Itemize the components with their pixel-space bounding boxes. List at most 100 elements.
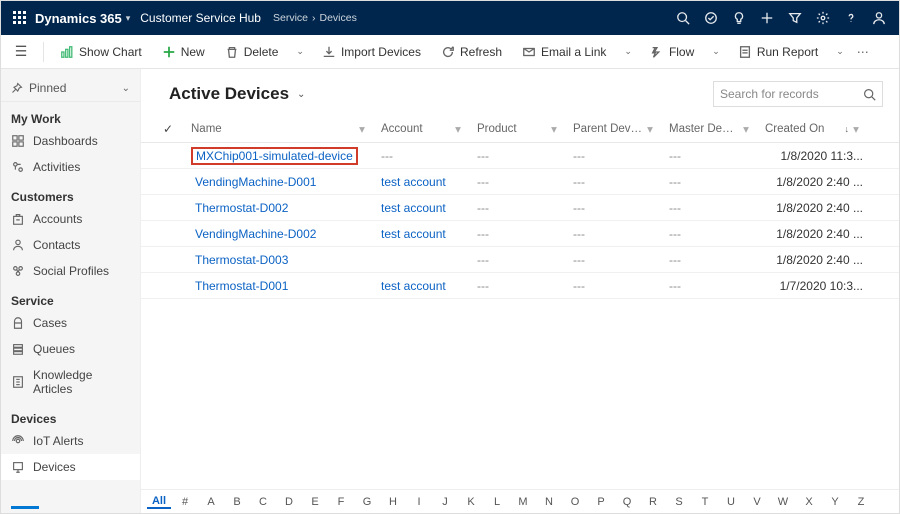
filter-icon[interactable]: ▾ bbox=[643, 122, 657, 136]
alpha-g[interactable]: G bbox=[355, 496, 379, 508]
sidebar-item-cases[interactable]: Cases bbox=[1, 310, 140, 336]
cell-name[interactable]: VendingMachine-D001 bbox=[185, 174, 375, 190]
flow-button[interactable]: Flow bbox=[642, 41, 702, 63]
table-row[interactable]: VendingMachine-D001test account---------… bbox=[141, 169, 899, 195]
sidebar-item-knowledge-articles[interactable]: Knowledge Articles bbox=[1, 362, 140, 402]
flow-caret[interactable]: ⌄ bbox=[706, 46, 726, 57]
alpha-l[interactable]: L bbox=[485, 496, 509, 508]
alpha-x[interactable]: X bbox=[797, 496, 821, 508]
bulb-icon[interactable] bbox=[725, 11, 753, 25]
plus-icon[interactable] bbox=[753, 11, 781, 25]
alpha-p[interactable]: P bbox=[589, 496, 613, 508]
alpha-b[interactable]: B bbox=[225, 496, 249, 508]
cell-account[interactable]: test account bbox=[375, 227, 471, 241]
show-chart-button[interactable]: Show Chart bbox=[52, 41, 150, 63]
hamburger-icon[interactable]: ☰ bbox=[11, 43, 31, 60]
alpha-o[interactable]: O bbox=[563, 496, 587, 508]
brand-label[interactable]: Dynamics 365 bbox=[35, 11, 122, 26]
filter-icon[interactable] bbox=[781, 11, 809, 25]
more-button[interactable]: ⋯ bbox=[854, 45, 874, 59]
waffle-icon[interactable] bbox=[7, 11, 33, 25]
help-icon[interactable] bbox=[837, 11, 865, 25]
select-all-check[interactable]: ✓ bbox=[151, 122, 185, 136]
task-icon[interactable] bbox=[697, 11, 725, 25]
search-icon[interactable] bbox=[669, 11, 697, 25]
sidebar-item-dashboards[interactable]: Dashboards bbox=[1, 128, 140, 154]
table-row[interactable]: Thermostat-D003---------1/8/2020 2:40 ..… bbox=[141, 247, 899, 273]
filter-icon[interactable]: ▾ bbox=[451, 122, 465, 136]
alpha-all[interactable]: All bbox=[147, 495, 171, 509]
refresh-button[interactable]: Refresh bbox=[433, 41, 510, 63]
table-row[interactable]: Thermostat-D002test account---------1/8/… bbox=[141, 195, 899, 221]
cell-name[interactable]: Thermostat-D003 bbox=[185, 252, 375, 268]
gear-icon[interactable] bbox=[809, 11, 837, 25]
cell-account[interactable]: test account bbox=[375, 175, 471, 189]
email-button[interactable]: Email a Link bbox=[514, 41, 614, 63]
delete-caret[interactable]: ⌄ bbox=[290, 46, 310, 57]
alpha-i[interactable]: I bbox=[407, 496, 431, 508]
alpha-r[interactable]: R bbox=[641, 496, 665, 508]
user-icon[interactable] bbox=[865, 11, 893, 25]
col-name[interactable]: Name▾ bbox=[185, 122, 375, 136]
import-button[interactable]: Import Devices bbox=[314, 41, 429, 63]
sidebar-item-contacts[interactable]: Contacts bbox=[1, 232, 140, 258]
alpha-f[interactable]: F bbox=[329, 496, 353, 508]
table-row[interactable]: VendingMachine-D002test account---------… bbox=[141, 221, 899, 247]
view-title[interactable]: Active Devices bbox=[169, 84, 289, 104]
crumb-service[interactable]: Service bbox=[273, 12, 308, 24]
alpha-y[interactable]: Y bbox=[823, 496, 847, 508]
col-parent[interactable]: Parent Device▾ bbox=[567, 122, 663, 136]
cell-name[interactable]: Thermostat-D001 bbox=[185, 278, 375, 294]
crumb-devices[interactable]: Devices bbox=[320, 12, 357, 24]
alpha-a[interactable]: A bbox=[199, 496, 223, 508]
filter-icon[interactable]: ▾ bbox=[849, 122, 863, 136]
run-report-button[interactable]: Run Report bbox=[730, 41, 826, 63]
table-row[interactable]: MXChip001-simulated-device------------1/… bbox=[141, 143, 899, 169]
alpha-z[interactable]: Z bbox=[849, 496, 873, 508]
alpha-m[interactable]: M bbox=[511, 496, 535, 508]
delete-button[interactable]: Delete bbox=[217, 41, 287, 63]
hub-label[interactable]: Customer Service Hub bbox=[140, 11, 261, 25]
alpha-h[interactable]: H bbox=[381, 496, 405, 508]
sidebar-item-social-profiles[interactable]: Social Profiles bbox=[1, 258, 140, 284]
sidebar-item-iot-alerts[interactable]: IoT Alerts bbox=[1, 428, 140, 454]
cell-account[interactable]: test account bbox=[375, 201, 471, 215]
alpha-#[interactable]: # bbox=[173, 496, 197, 508]
col-created[interactable]: Created On↓▾ bbox=[759, 122, 869, 136]
cell-name[interactable]: VendingMachine-D002 bbox=[185, 226, 375, 242]
alpha-v[interactable]: V bbox=[745, 496, 769, 508]
cell-name[interactable]: Thermostat-D002 bbox=[185, 200, 375, 216]
sidebar-item-accounts[interactable]: Accounts bbox=[1, 206, 140, 232]
new-button[interactable]: New bbox=[154, 41, 213, 63]
alpha-w[interactable]: W bbox=[771, 496, 795, 508]
filter-icon[interactable]: ▾ bbox=[547, 122, 561, 136]
alpha-t[interactable]: T bbox=[693, 496, 717, 508]
filter-icon[interactable]: ▾ bbox=[355, 122, 369, 136]
alpha-d[interactable]: D bbox=[277, 496, 301, 508]
search-input[interactable]: Search for records bbox=[713, 81, 883, 107]
col-master[interactable]: Master Device▾ bbox=[663, 122, 759, 136]
alpha-u[interactable]: U bbox=[719, 496, 743, 508]
cell-account[interactable]: --- bbox=[375, 149, 471, 163]
alpha-s[interactable]: S bbox=[667, 496, 691, 508]
filter-icon[interactable]: ▾ bbox=[739, 122, 753, 136]
alpha-c[interactable]: C bbox=[251, 496, 275, 508]
col-account[interactable]: Account▾ bbox=[375, 122, 471, 136]
view-chevron-icon[interactable]: ⌄ bbox=[297, 89, 305, 100]
alpha-n[interactable]: N bbox=[537, 496, 561, 508]
sidebar-item-devices[interactable]: Devices bbox=[1, 454, 140, 480]
alpha-e[interactable]: E bbox=[303, 496, 327, 508]
run-caret[interactable]: ⌄ bbox=[830, 46, 850, 57]
cell-name[interactable]: MXChip001-simulated-device bbox=[185, 147, 375, 165]
sidebar-item-activities[interactable]: Activities bbox=[1, 154, 140, 180]
alpha-j[interactable]: J bbox=[433, 496, 457, 508]
sidebar-pinned[interactable]: Pinned ⌄ bbox=[1, 75, 140, 102]
sidebar-item-queues[interactable]: Queues bbox=[1, 336, 140, 362]
alpha-q[interactable]: Q bbox=[615, 496, 639, 508]
alpha-k[interactable]: K bbox=[459, 496, 483, 508]
email-caret[interactable]: ⌄ bbox=[618, 46, 638, 57]
table-row[interactable]: Thermostat-D001test account---------1/7/… bbox=[141, 273, 899, 299]
col-product[interactable]: Product▾ bbox=[471, 122, 567, 136]
brand-chevron-icon[interactable]: ▾ bbox=[126, 13, 131, 24]
cell-account[interactable]: test account bbox=[375, 279, 471, 293]
